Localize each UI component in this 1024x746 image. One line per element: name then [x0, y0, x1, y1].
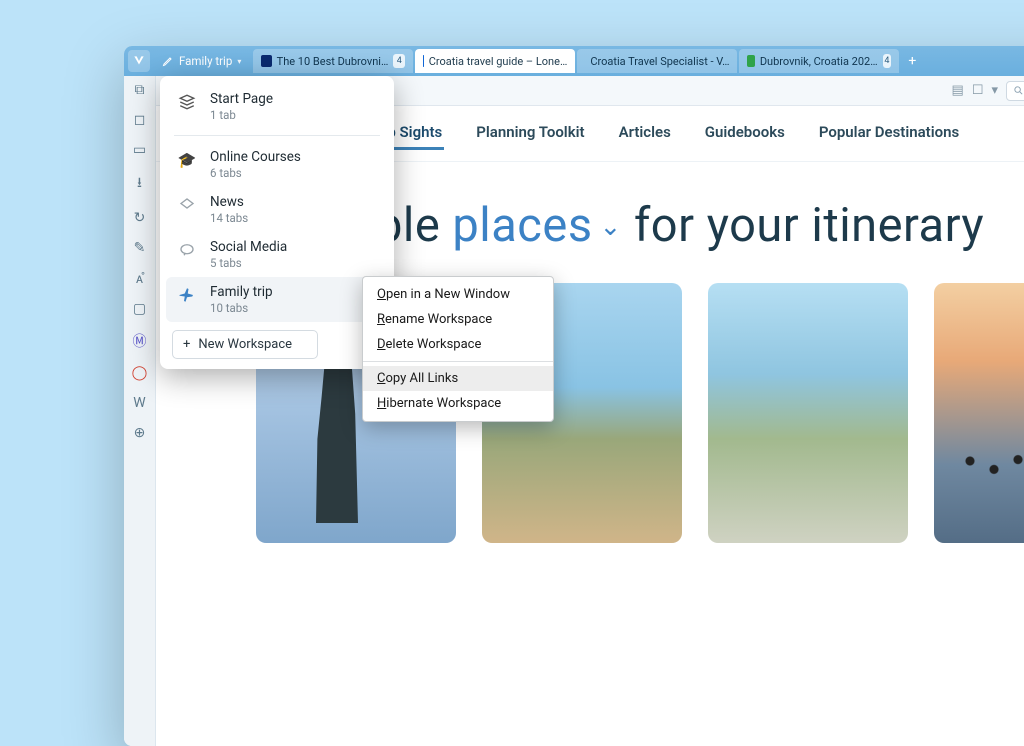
add-panel-icon[interactable]: ⊕: [134, 425, 146, 441]
stack-icon: [176, 91, 198, 113]
ctx-delete-workspace[interactable]: Delete Workspace: [363, 332, 553, 357]
tab-3[interactable]: Croatia Travel Specialist - V…: [577, 49, 737, 73]
reader-icon[interactable]: ▤: [952, 83, 964, 98]
ctx-hibernate-workspace[interactable]: Hibernate Workspace: [363, 391, 553, 416]
search-icon: [1013, 85, 1024, 96]
ctx-copy-all-links[interactable]: Copy All Links: [363, 366, 553, 391]
translate-icon[interactable]: ᴀ̊: [136, 270, 143, 287]
workspace-item-courses[interactable]: 🎓 Online Courses6 tabs: [166, 142, 388, 187]
ctx-open-new-window[interactable]: Open in a New Window: [363, 282, 553, 307]
pencil-icon: [162, 55, 174, 67]
workspace-item-news[interactable]: News14 tabs: [166, 187, 388, 232]
graduation-icon: 🎓: [176, 149, 198, 171]
destination-card[interactable]: [708, 283, 908, 543]
new-tab-button[interactable]: +: [901, 50, 923, 72]
workspace-label: Family trip: [179, 54, 232, 68]
tab-4[interactable]: Dubrovnik, Croatia 202… 4: [739, 49, 899, 73]
history-icon[interactable]: ↻: [134, 210, 146, 226]
chevron-down-icon: ▾: [237, 57, 241, 66]
chevron-down-icon[interactable]: ⌄: [593, 212, 622, 242]
ctx-rename-workspace[interactable]: Rename Workspace: [363, 307, 553, 332]
tab-count: 4: [393, 54, 405, 68]
plane-icon: [176, 284, 198, 306]
bookmark-icon[interactable]: ☐: [972, 83, 984, 98]
subnav-item-articles[interactable]: Articles: [617, 117, 673, 150]
tab-2[interactable]: Croatia travel guide – Lone…: [415, 49, 575, 73]
panel-rail: ⧉ ◻ ▭ ⭳ ↻ ✎ ᴀ̊ ▢ Ⓜ ◯ W ⊕: [124, 76, 156, 746]
workspace-sub: 1 tab: [210, 108, 273, 122]
downloads-icon[interactable]: ⭳: [137, 172, 142, 196]
favicon-icon: [261, 55, 271, 67]
workspace-selector[interactable]: Family trip ▾: [156, 51, 251, 71]
workspace-name: Start Page: [210, 91, 273, 107]
mastodon-icon[interactable]: Ⓜ: [133, 331, 147, 351]
wikipedia-icon[interactable]: W: [133, 395, 145, 411]
workspace-item-family-trip[interactable]: Family trip10 tabs: [166, 277, 388, 322]
workspace-item-social[interactable]: Social Media5 tabs: [166, 232, 388, 277]
favicon-icon: [747, 55, 755, 67]
vivaldi-panel-icon[interactable]: ◯: [132, 365, 148, 381]
destination-card[interactable]: [934, 283, 1024, 543]
chat-icon: [176, 239, 198, 261]
tab-label: Dubrovnik, Croatia 202…: [760, 55, 878, 68]
bookmarks-icon[interactable]: ◻: [134, 112, 146, 128]
tabstrip: Family trip ▾ The 10 Best Dubrovni… 4 Cr…: [124, 46, 1024, 76]
tab-1[interactable]: The 10 Best Dubrovni… 4: [253, 49, 413, 73]
search-input[interactable]: Search DuckDuckGo ▾: [1006, 81, 1024, 101]
vivaldi-icon[interactable]: [128, 50, 150, 72]
workspace-item-start[interactable]: Start Page1 tab: [166, 84, 388, 129]
notes-icon[interactable]: ✎: [134, 240, 146, 256]
subnav-item-planning[interactable]: Planning Toolkit: [474, 117, 586, 150]
separator: [174, 135, 380, 136]
new-workspace-button[interactable]: + New Workspace: [172, 330, 318, 359]
subnav-item-guidebooks[interactable]: Guidebooks: [703, 117, 787, 150]
window-icon[interactable]: ▢: [133, 301, 146, 317]
tab-label: The 10 Best Dubrovni…: [277, 55, 389, 68]
context-menu: Open in a New Window Rename Workspace De…: [362, 276, 554, 422]
reading-icon[interactable]: ▭: [133, 142, 146, 158]
panels-icon[interactable]: ⧉: [135, 82, 145, 98]
tag-icon: [176, 194, 198, 216]
workspace-dropdown: Start Page1 tab 🎓 Online Courses6 tabs N…: [160, 76, 394, 369]
chevron-down-icon[interactable]: ▾: [991, 83, 998, 98]
separator: [363, 361, 553, 362]
subnav-item-popular[interactable]: Popular Destinations: [817, 117, 961, 150]
plus-icon: +: [183, 337, 190, 352]
tab-label: Croatia Travel Specialist - V…: [590, 55, 729, 68]
tab-count: 4: [883, 54, 892, 68]
tab-label: Croatia travel guide – Lone…: [429, 55, 568, 68]
